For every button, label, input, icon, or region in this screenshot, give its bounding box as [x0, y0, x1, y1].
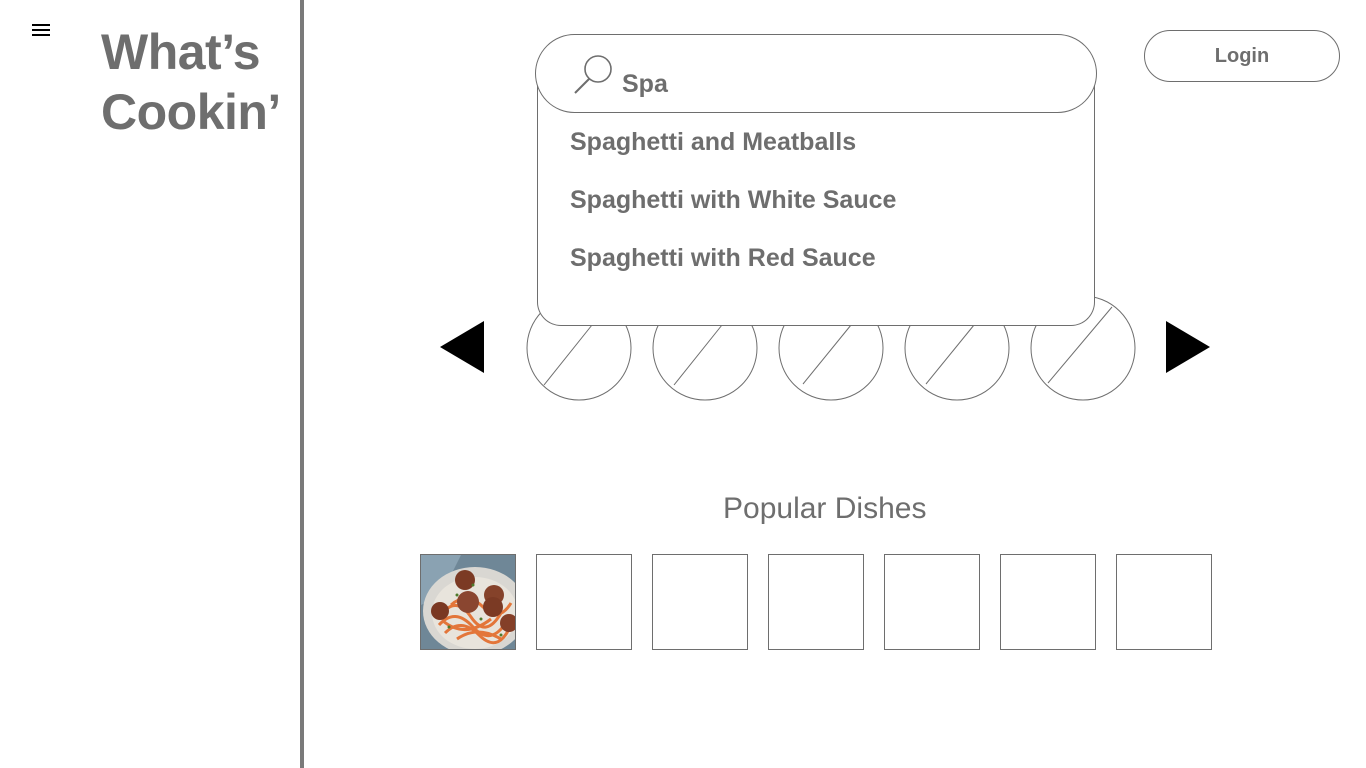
- dish-thumbnail[interactable]: [768, 554, 864, 650]
- suggestion-item[interactable]: Spaghetti and Meatballs: [570, 128, 856, 157]
- popular-dishes-heading: Popular Dishes: [723, 492, 927, 525]
- search-input[interactable]: Spa: [535, 34, 1097, 113]
- spaghetti-meatballs-photo: [421, 555, 515, 649]
- dish-thumbnail[interactable]: [1116, 554, 1212, 650]
- app-logo: What’s Cookin’: [101, 22, 281, 142]
- login-button[interactable]: Login: [1144, 30, 1340, 82]
- dish-thumbnail[interactable]: [652, 554, 748, 650]
- dish-thumbnail[interactable]: [536, 554, 632, 650]
- triangle-left-icon: [440, 321, 484, 373]
- logo-line-2: Cookin’: [101, 84, 281, 140]
- carousel-prev-button[interactable]: [440, 320, 486, 374]
- logo-line-1: What’s: [101, 24, 261, 80]
- search-icon: [574, 55, 612, 94]
- hamburger-menu-icon[interactable]: [30, 22, 52, 38]
- carousel-next-button[interactable]: [1165, 320, 1211, 374]
- triangle-right-icon: [1166, 321, 1210, 373]
- suggestion-item[interactable]: Spaghetti with White Sauce: [570, 186, 896, 215]
- dish-thumbnail[interactable]: [420, 554, 516, 650]
- suggestion-item[interactable]: Spaghetti with Red Sauce: [570, 244, 876, 273]
- search-suggestions-dropdown: Spaghetti and Meatballs Spaghetti with W…: [537, 80, 1095, 326]
- dish-thumbnail[interactable]: [884, 554, 980, 650]
- page: What’s Cookin’ Spaghetti and Meatballs S…: [0, 0, 1366, 768]
- sidebar-divider: [300, 0, 304, 768]
- dish-thumbnail[interactable]: [1000, 554, 1096, 650]
- search-input-value[interactable]: Spa: [622, 70, 668, 98]
